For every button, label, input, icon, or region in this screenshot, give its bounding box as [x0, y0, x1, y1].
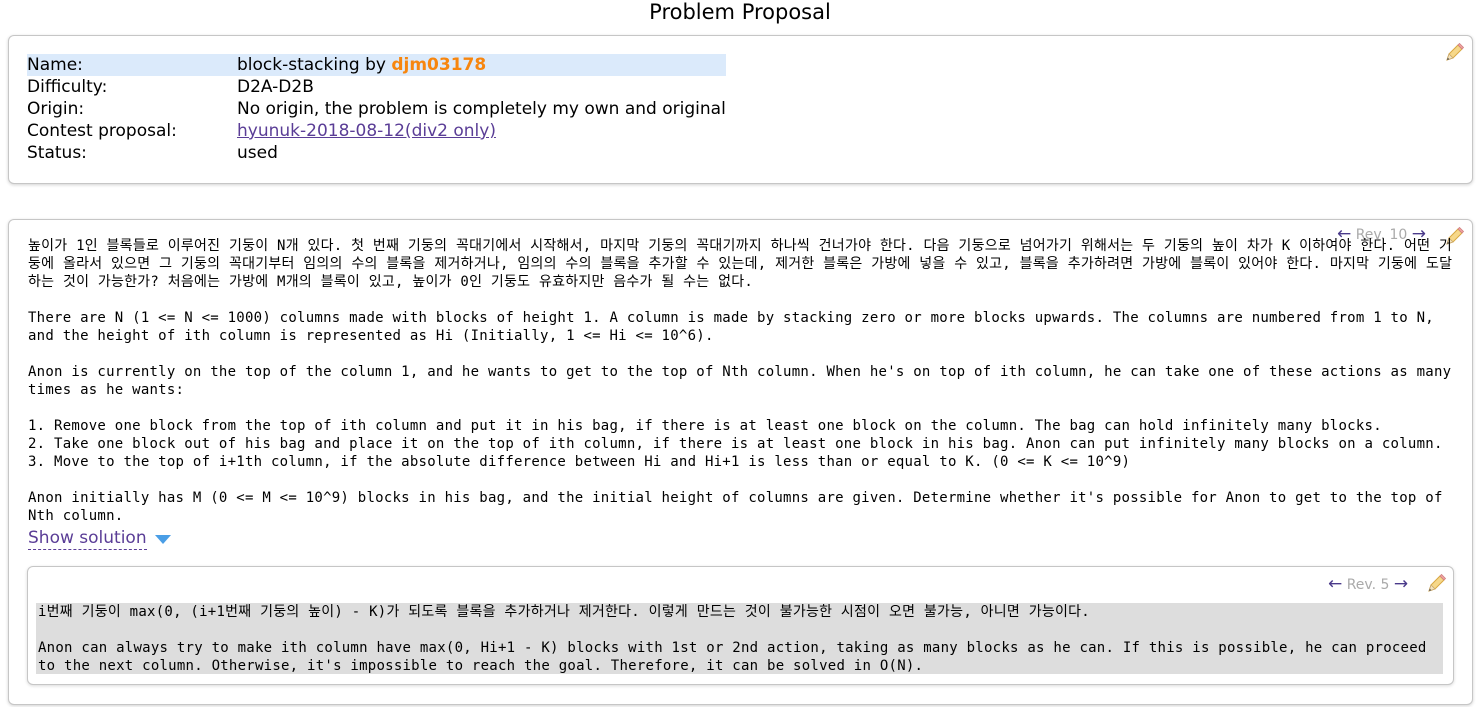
problem-name: block-stacking by: [237, 55, 392, 75]
statement-paragraph-columns: There are N (1 <= N <= 1000) columns mad…: [28, 310, 1434, 344]
solution-revision-label: Rev. 5: [1346, 577, 1390, 593]
info-row-name: Name: block-stacking by djm03178: [27, 54, 726, 76]
info-row-status: Status: used: [27, 142, 726, 164]
statement-paragraph-actions: 1. Remove one block from the top of ith …: [28, 418, 1443, 470]
show-solution-toggle[interactable]: Show solution: [28, 528, 171, 550]
page-title: Problem Proposal: [649, 0, 831, 24]
statement-paragraph-task: Anon initially has M (0 <= M <= 10^9) bl…: [28, 490, 1443, 524]
solution-prev-revision-arrow-icon[interactable]: ←: [1328, 574, 1342, 594]
status-value: used: [237, 143, 278, 163]
origin-value: No origin, the problem is completely my …: [237, 99, 726, 119]
statement-text: 높이가 1인 블록들로 이루어진 기둥이 N개 있다. 첫 번째 기둥의 꼭대기…: [28, 237, 1453, 543]
statement-paragraph-goal: Anon is currently on the top of the colu…: [28, 364, 1452, 398]
solution-next-revision-arrow-icon[interactable]: →: [1394, 574, 1408, 594]
triangle-down-icon: [155, 535, 171, 544]
problem-info-table: Name: block-stacking by djm03178 Difficu…: [27, 54, 726, 164]
show-solution-label: Show solution: [28, 528, 147, 548]
contest-proposal-link[interactable]: hyunuk-2018-08-12(div2 only): [237, 121, 496, 141]
contest-label: Contest proposal:: [27, 121, 177, 141]
solution-paragraph-english: Anon can always try to make ith column h…: [38, 640, 1427, 674]
status-label: Status:: [27, 143, 87, 163]
name-value: block-stacking by djm03178: [237, 54, 726, 76]
problem-info-panel: Name: block-stacking by djm03178 Difficu…: [8, 35, 1473, 184]
edit-solution-pencil-icon[interactable]: [1425, 573, 1447, 595]
solution-panel: ← Rev. 5 → i번째 기둥이 max(0, (i+1번째 기둥의 높이)…: [27, 566, 1454, 685]
info-row-contest: Contest proposal: hyunuk-2018-08-12(div2…: [27, 120, 726, 142]
solution-revision-nav: ← Rev. 5 →: [1328, 574, 1408, 594]
edit-info-pencil-icon[interactable]: [1443, 42, 1465, 64]
difficulty-label: Difficulty:: [27, 77, 108, 97]
author-link[interactable]: djm03178: [391, 55, 486, 75]
info-row-origin: Origin: No origin, the problem is comple…: [27, 98, 726, 120]
difficulty-value: D2A-D2B: [237, 77, 314, 97]
solution-text: i번째 기둥이 max(0, (i+1번째 기둥의 높이) - K)가 되도록 …: [36, 603, 1443, 674]
info-row-difficulty: Difficulty: D2A-D2B: [27, 76, 726, 98]
solution-paragraph-korean: i번째 기둥이 max(0, (i+1번째 기둥의 높이) - K)가 되도록 …: [38, 604, 1090, 620]
name-label: Name:: [27, 54, 237, 76]
statement-panel: ← Rev. 10 → 높이가 1인 블록들로 이루어진 기둥이 N개 있다. …: [8, 219, 1473, 705]
origin-label: Origin:: [27, 99, 85, 119]
statement-paragraph-korean: 높이가 1인 블록들로 이루어진 기둥이 N개 있다. 첫 번째 기둥의 꼭대기…: [28, 238, 1453, 290]
